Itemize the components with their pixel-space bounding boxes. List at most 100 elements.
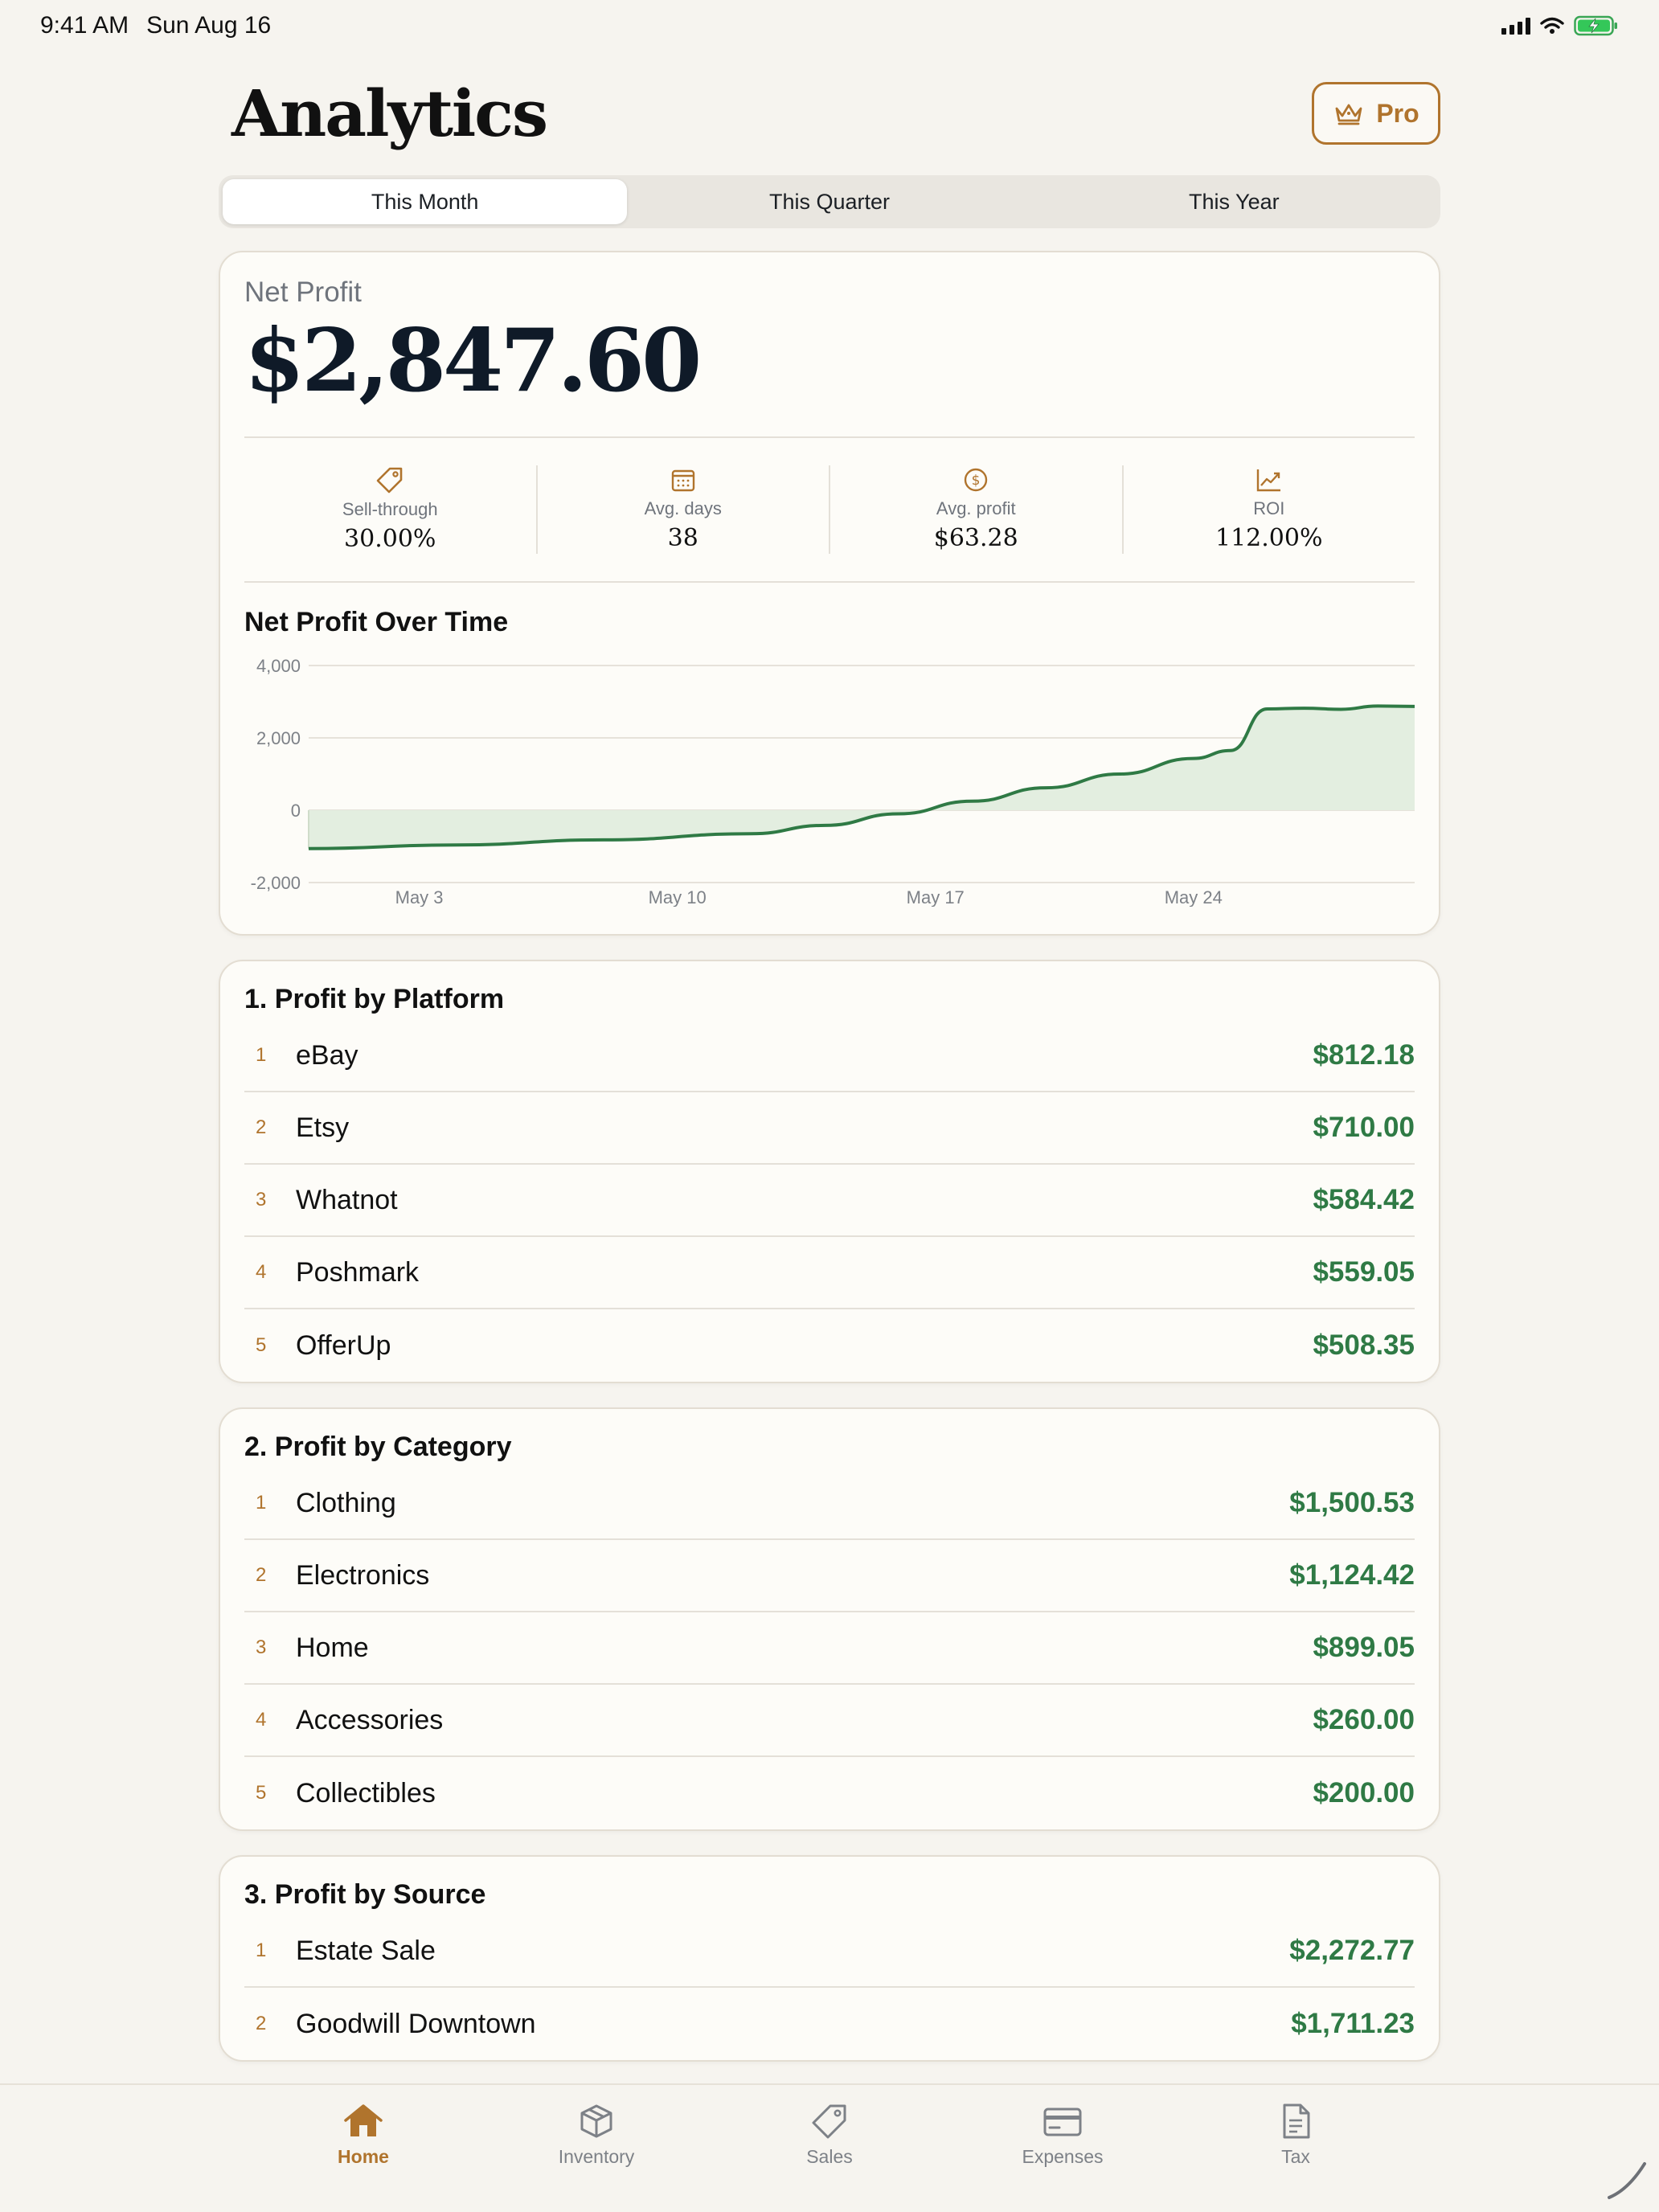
tag-icon [812,2104,846,2139]
list-item[interactable]: 1 Clothing $1,500.53 [244,1468,1415,1540]
tab-label: Expenses [1022,2146,1104,2167]
tag-icon [376,467,403,494]
y-tick-label: 4,000 [256,656,301,676]
platform-title: 1. Profit by Platform [244,984,505,1014]
profit-value: $899.05 [1313,1632,1415,1663]
rank: 5 [256,1782,267,1804]
header: Analytics Pro [219,72,1440,154]
list-item[interactable]: 1 Estate Sale $2,272.77 [244,1915,1415,1988]
list-item[interactable]: 5 OfferUp $508.35 [244,1309,1415,1382]
pro-label: Pro [1376,98,1419,128]
list-item[interactable]: 1 eBay $812.18 [244,1020,1415,1092]
list-item[interactable]: 2 Etsy $710.00 [244,1092,1415,1165]
profit-by-source-card: 3. Profit by Source 1 Estate Sale $2,272… [219,1855,1440,2062]
list-item[interactable]: 3 Home $899.05 [244,1612,1415,1685]
net-profit-chart-svg: 4,000 2,000 0 -2,000 May 3 May 10 May 17 May 24 [251,656,1415,907]
x-tick-label: May 10 [649,887,707,907]
profit-value: $812.18 [1313,1039,1415,1071]
metrics-row: Sell-through 30.00% Avg. days 38 $ Avg. … [244,438,1415,581]
profit-value: $508.35 [1313,1329,1415,1361]
profit-value: $200.00 [1313,1777,1415,1809]
category-name: Accessories [296,1704,444,1735]
metric-value: 38 [667,524,698,553]
home-icon [344,2104,383,2136]
tab-label: Inventory [558,2146,635,2167]
profit-value: $260.00 [1313,1704,1415,1735]
tab-home[interactable]: Home [283,2103,444,2212]
rank: 3 [256,1636,267,1658]
metric-avg-profit: $ Avg. profit $63.28 [830,465,1124,554]
net-profit-card: Net Profit $2,847.60 Sell-through 30.00%… [219,251,1440,936]
segment-this-year[interactable]: This Year [1032,179,1436,224]
metric-label: ROI [1253,498,1285,519]
profit-value: $1,711.23 [1291,2008,1415,2039]
list-item[interactable]: 4 Poshmark $559.05 [244,1237,1415,1309]
tab-inventory[interactable]: Inventory [516,2103,677,2212]
rank: 4 [256,1261,267,1283]
category-name: Collectibles [296,1777,436,1809]
period-segmented-control: This Month This Quarter This Year [219,175,1440,228]
list-item[interactable]: 2 Goodwill Downtown $1,711.23 [244,1988,1415,2060]
list-item[interactable]: 3 Whatnot $584.42 [244,1165,1415,1237]
y-tick-label: 2,000 [256,728,301,748]
x-tick-label: May 3 [395,887,444,907]
tab-sales[interactable]: Sales [749,2103,910,2212]
profit-value: $559.05 [1313,1256,1415,1288]
source-name: Goodwill Downtown [296,2008,536,2039]
category-name: Clothing [296,1487,396,1518]
box-icon [580,2104,612,2138]
list-item[interactable]: 4 Accessories $260.00 [244,1685,1415,1757]
net-profit-label: Net Profit [244,276,362,308]
rank: 1 [256,1044,267,1066]
dollar-circle-icon: $ [965,469,988,492]
status-indicators [1501,15,1619,36]
rank: 5 [256,1334,267,1356]
category-name: Home [296,1632,369,1663]
category-title: 2. Profit by Category [244,1432,512,1462]
rank: 3 [256,1189,267,1210]
category-name: Electronics [296,1559,430,1591]
pencil-hover-indicator [1608,2162,1646,2199]
document-icon [1283,2103,1310,2139]
tab-tax[interactable]: Tax [1215,2103,1376,2212]
cellular-signal-icon [1501,17,1530,35]
list-item[interactable]: 2 Electronics $1,124.42 [244,1540,1415,1612]
profit-value: $584.42 [1313,1184,1415,1215]
rank: 4 [256,1709,267,1731]
rank: 1 [256,1492,267,1514]
metric-value: 112.00% [1215,524,1323,553]
profit-value: $1,124.42 [1289,1559,1415,1591]
rank: 1 [256,1940,267,1961]
tab-bar: Home Inventory Sales Expenses Tax [0,2083,1659,2212]
status-left: 9:41 AM Sun Aug 16 [40,12,271,39]
profit-by-platform-card: 1. Profit by Platform 1 eBay $812.18 2 E… [219,960,1440,1383]
status-time: 9:41 AM [40,12,129,39]
crown-icon [1335,104,1362,125]
credit-card-icon [1043,2108,1082,2136]
metric-value: 30.00% [344,525,436,554]
wifi-icon [1540,17,1564,34]
metric-value: $63.28 [933,524,1018,553]
metric-label: Avg. profit [936,498,1016,519]
list-item[interactable]: 5 Collectibles $200.00 [244,1757,1415,1829]
profit-by-category-card: 2. Profit by Category 1 Clothing $1,500.… [219,1407,1440,1831]
platform-name: Poshmark [296,1256,420,1288]
net-profit-value: $2,847.60 [244,310,702,412]
segment-this-quarter[interactable]: This Quarter [627,179,1031,224]
tab-label: Sales [806,2146,853,2167]
profit-value: $710.00 [1313,1112,1415,1143]
segment-this-month[interactable]: This Month [223,179,628,224]
status-bar: 9:41 AM Sun Aug 16 [0,0,1659,51]
page-title: Analytics [231,76,548,151]
profit-value: $1,500.53 [1289,1487,1415,1518]
metric-avg-days: Avg. days 38 [538,465,830,554]
rank: 2 [256,1564,267,1586]
platform-name: OfferUp [296,1329,391,1361]
pro-button[interactable]: Pro [1312,82,1440,145]
tab-expenses[interactable]: Expenses [982,2103,1143,2212]
net-profit-chart: 4,000 2,000 0 -2,000 May 3 May 10 May 17 May 24 [244,641,1415,907]
main-content: Analytics Pro This Month This Quarter Th… [219,72,1440,2062]
chart-title: Net Profit Over Time [244,606,509,637]
profit-value: $2,272.77 [1289,1935,1415,1966]
calendar-icon [671,470,694,492]
